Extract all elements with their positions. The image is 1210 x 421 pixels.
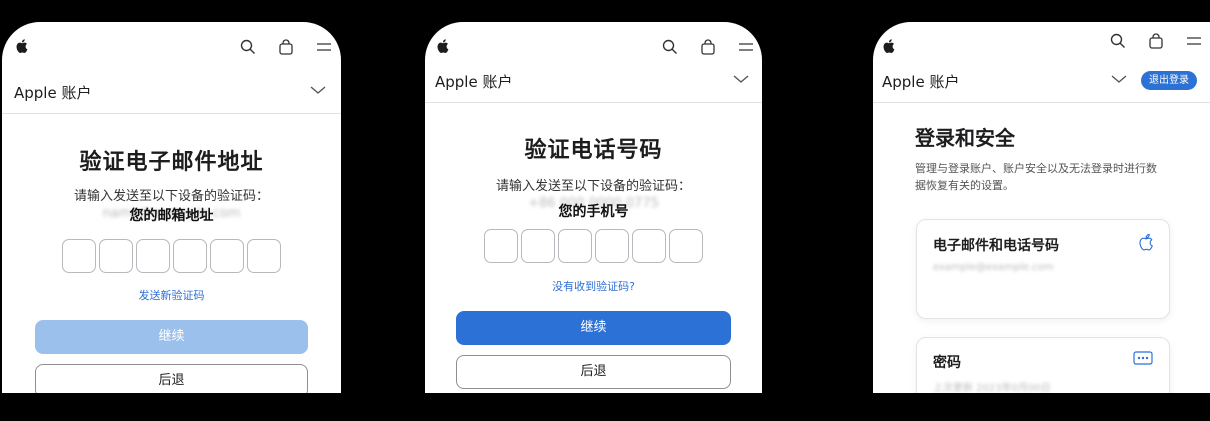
global-nav [425,22,762,62]
global-nav [2,22,341,62]
apple-logo-icon[interactable] [881,38,895,54]
account-bar: Apple 账户 [425,62,762,103]
bag-icon[interactable] [700,39,716,55]
menu-icon[interactable] [316,39,332,55]
code-digit-input[interactable] [558,229,592,263]
code-digit-input[interactable] [99,239,133,273]
back-button[interactable]: 后退 [35,364,308,393]
instruction-text: 请输入发送至以下设备的验证码： [73,189,269,204]
resend-code-link[interactable]: 发送新验证码 [2,287,341,303]
code-digit-input[interactable] [521,229,555,263]
account-bar: Apple 账户 [2,73,341,114]
code-digit-input[interactable] [669,229,703,263]
screen-sign-in-security: Apple 账户 退出登录 登录和安全 管理与登录账户、账户安全以及无法登录时进… [873,22,1210,393]
password-card[interactable]: 密码 上次更新 2023年0月00日 [916,337,1170,393]
page-title: 验证电子邮件地址 [79,150,264,175]
page-description: 管理与登录账户、账户安全以及无法登录时进行数据恢复有关的设置。 [915,162,1157,192]
code-input-row [2,239,341,273]
bag-icon[interactable] [278,39,294,55]
card-title: 电子邮件和电话号码 [933,238,1059,254]
code-digit-input[interactable] [173,239,207,273]
back-button[interactable]: 后退 [456,355,731,389]
menu-icon[interactable] [738,39,754,55]
code-digit-input[interactable] [136,239,170,273]
code-input-row [425,229,762,263]
global-nav [873,22,1210,62]
bag-icon[interactable] [1148,33,1164,49]
apple-logo-icon[interactable] [435,38,449,54]
page-title: 验证电话号码 [524,138,663,163]
continue-button[interactable]: 继续 [35,320,308,354]
account-bar-title: Apple 账户 [882,73,960,91]
screen-verify-email: Apple 账户 验证电子邮件地址 请输入发送至以下设备的验证码： name@e… [2,22,341,393]
code-digit-input[interactable] [595,229,629,263]
code-digit-input[interactable] [484,229,518,263]
search-icon[interactable] [240,39,256,55]
menu-icon[interactable] [1186,33,1202,49]
email-phone-card[interactable]: 电子邮件和电话号码 example@example.com [916,219,1170,319]
apple-logo-icon[interactable] [14,38,28,54]
chevron-down-icon[interactable] [733,74,749,84]
card-title: 密码 [933,355,961,371]
screen-verify-phone: Apple 账户 验证电话号码 请输入发送至以下设备的验证码： +86 000 … [425,22,762,393]
password-dots-icon [1133,351,1153,365]
sign-out-button[interactable]: 退出登录 [1141,71,1197,90]
code-digit-input[interactable] [210,239,244,273]
search-icon[interactable] [662,39,678,55]
chevron-down-icon[interactable] [1111,74,1127,84]
card-value: 上次更新 2023年0月00日 [933,383,1051,393]
code-digit-input[interactable] [62,239,96,273]
chevron-down-icon[interactable] [310,85,326,95]
code-digit-input[interactable] [632,229,666,263]
search-icon[interactable] [1110,33,1126,49]
apple-icon [1139,233,1153,251]
code-digit-input[interactable] [247,239,281,273]
instruction-text: 请输入发送至以下设备的验证码： [495,179,691,194]
continue-button[interactable]: 继续 [456,311,731,345]
card-value: example@example.com [933,262,1054,273]
target-label: 您的手机号 [558,204,629,220]
account-bar-title: Apple 账户 [14,84,92,102]
page-title: 登录和安全 [915,126,1015,150]
account-bar-title: Apple 账户 [435,73,513,91]
target-label: 您的邮箱地址 [129,208,214,224]
no-code-link[interactable]: 没有收到验证码? [425,278,762,294]
